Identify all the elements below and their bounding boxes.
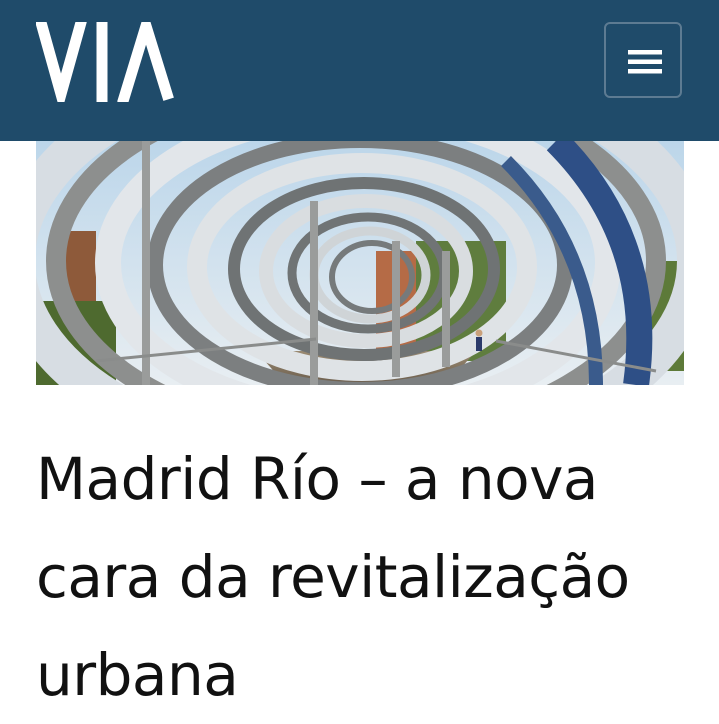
site-header — [0, 0, 719, 141]
hamburger-icon — [628, 50, 662, 74]
via-logo-icon — [35, 7, 174, 115]
article-title: Madrid Río – a nova cara da revitalizaçã… — [36, 445, 630, 709]
hero-image[interactable] — [36, 141, 684, 385]
via-logo[interactable] — [35, 7, 178, 115]
bridge-photo — [36, 141, 684, 385]
menu-button[interactable] — [604, 22, 682, 98]
